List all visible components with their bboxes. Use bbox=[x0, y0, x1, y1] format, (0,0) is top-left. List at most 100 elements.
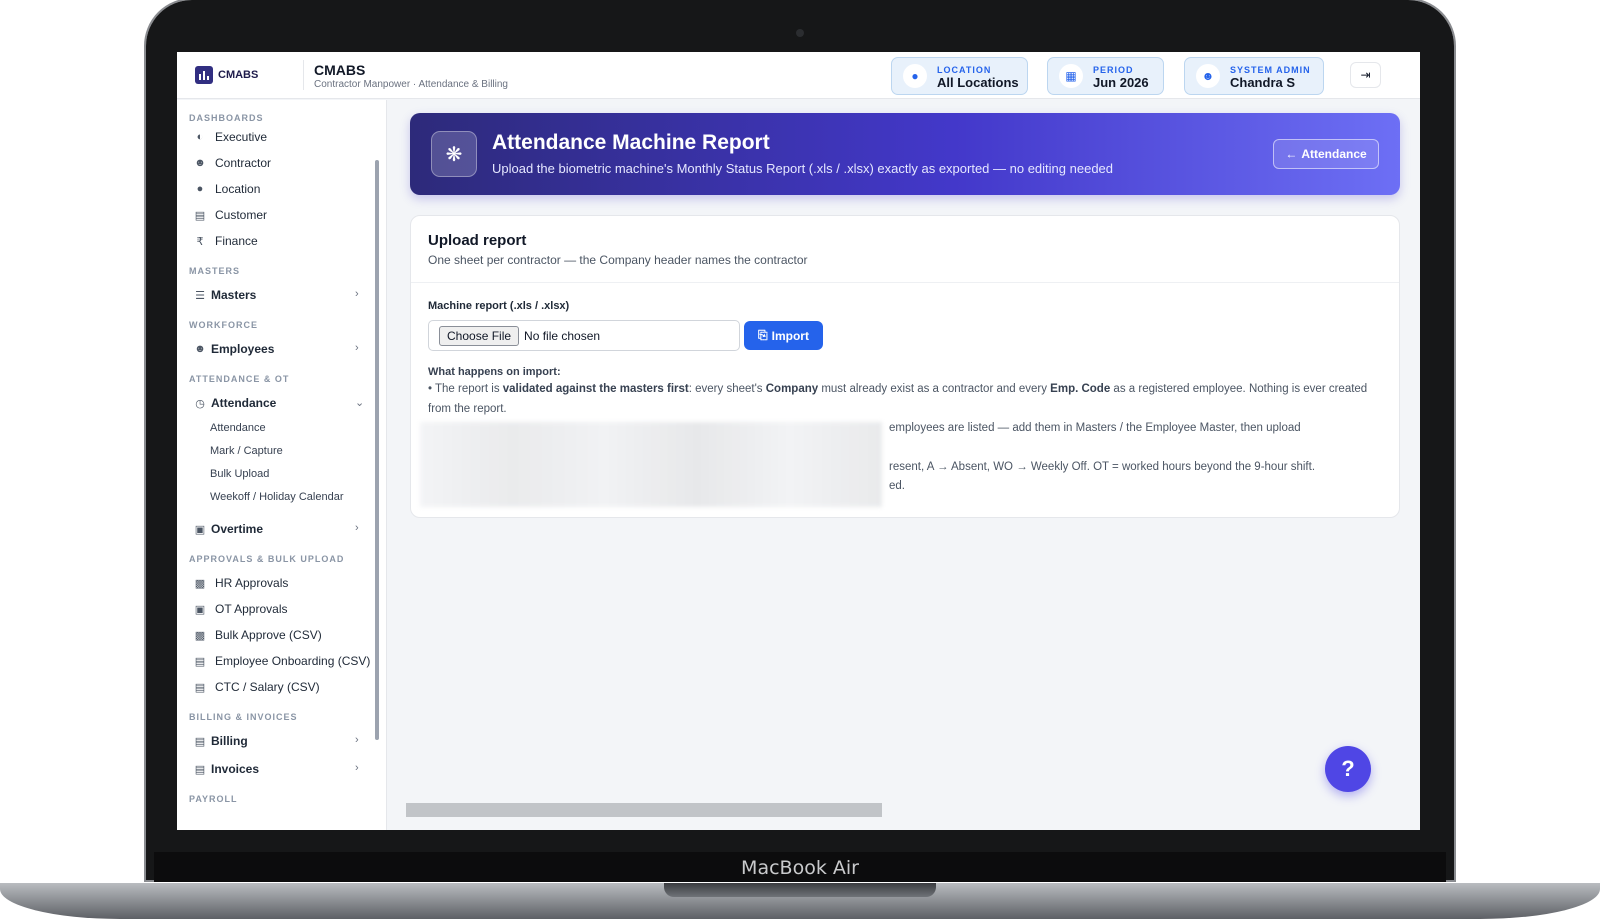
sidebar-item-contractor[interactable]: ☻ Contractor bbox=[193, 156, 271, 170]
field-label: Machine report (.xls / .xlsx) bbox=[428, 300, 570, 312]
import-button[interactable]: ⎘ Import bbox=[744, 321, 823, 350]
sidebar-item-label: Finance bbox=[215, 234, 258, 248]
sidebar-scrollbar[interactable] bbox=[375, 160, 379, 740]
sidebar-item-bulk-approve[interactable]: ▩ Bulk Approve (CSV) bbox=[193, 628, 322, 642]
device-brand: MacBook Air bbox=[741, 857, 859, 879]
period-selector[interactable]: ▦ PERIOD Jun 2026 bbox=[1047, 57, 1164, 95]
logo-icon bbox=[195, 66, 213, 84]
period-value: Jun 2026 bbox=[1093, 74, 1149, 90]
sidebar-item-label: Overtime bbox=[211, 522, 264, 536]
button-label: Attendance bbox=[1301, 147, 1367, 161]
card-subtitle: One sheet per contractor — the Company h… bbox=[428, 253, 808, 267]
divider bbox=[303, 60, 304, 90]
sidebar-group-invoices[interactable]: ▤ Invoices bbox=[193, 762, 259, 776]
sidebar-group-billing[interactable]: ▤ Billing bbox=[193, 734, 248, 748]
import-rule-codes: resent, A → Absent, WO → Weekly Off. OT … bbox=[889, 461, 1316, 473]
sidebar-group-masters[interactable]: ☰ Masters bbox=[193, 288, 256, 302]
camera bbox=[796, 29, 804, 37]
sidebar-subitem-mark-capture[interactable]: Mark / Capture bbox=[210, 445, 283, 457]
choose-file-button[interactable]: Choose File bbox=[439, 325, 520, 346]
sidebar-item-label: Bulk Approve (CSV) bbox=[215, 628, 322, 642]
sidebar-item-hr-approvals[interactable]: ▩ HR Approvals bbox=[193, 576, 289, 590]
period-caption: PERIOD bbox=[1093, 64, 1134, 75]
text-bold: Emp. Code bbox=[1050, 383, 1111, 395]
sidebar-item-ot-approvals[interactable]: ▣ OT Approvals bbox=[193, 602, 288, 616]
file-csv-icon: ▤ bbox=[194, 655, 206, 668]
chevron-right-icon[interactable]: › bbox=[355, 288, 359, 300]
sidebar-group-employees[interactable]: ☻ Employees bbox=[193, 342, 274, 356]
location-value: All Locations bbox=[937, 74, 1019, 90]
section-masters: MASTERS bbox=[189, 266, 241, 276]
file-icon: ▤ bbox=[194, 763, 206, 776]
location-pin-icon: ● bbox=[196, 183, 204, 195]
clipboard-icon: ▩ bbox=[194, 629, 206, 642]
sidebar-item-label: HR Approvals bbox=[215, 576, 289, 590]
sidebar-item-ctc-salary[interactable]: ▤ CTC / Salary (CSV) bbox=[193, 680, 320, 694]
import-rule-end: ed. bbox=[889, 480, 905, 492]
sidebar-item-label: Customer bbox=[215, 208, 268, 222]
rupee-icon: ₹ bbox=[196, 235, 204, 248]
page-header: ❋ Attendance Machine Report Upload the b… bbox=[410, 113, 1400, 195]
sidebar: DASHBOARDS ◐ Executive ☻ Contractor ● Locat… bbox=[177, 100, 387, 830]
import-rule-rejection: employees are listed — add them in Maste… bbox=[889, 422, 1301, 434]
sidebar-item-finance[interactable]: ₹ Finance bbox=[193, 234, 258, 248]
chevron-right-icon[interactable]: › bbox=[355, 522, 359, 534]
sidebar-group-overtime[interactable]: ▣ Overtime bbox=[193, 522, 263, 536]
person-icon: ☻ bbox=[194, 157, 206, 169]
button-label: Import bbox=[771, 328, 809, 343]
user-menu[interactable]: ☻ SYSTEM ADMIN Chandra S bbox=[1184, 57, 1324, 95]
logo[interactable]: CMABS bbox=[195, 66, 258, 84]
clipboard-icon: ▩ bbox=[194, 577, 206, 590]
text: • The report is bbox=[428, 383, 503, 395]
card-title: Upload report bbox=[428, 232, 527, 249]
laptop-notch bbox=[664, 883, 936, 897]
database-icon: ☰ bbox=[195, 289, 205, 302]
location-pin-icon: ● bbox=[903, 64, 927, 88]
section-approvals: APPROVALS & BULK UPLOAD bbox=[189, 554, 345, 564]
sidebar-item-customer[interactable]: ▤ Customer bbox=[193, 208, 267, 222]
user-name: Chandra S bbox=[1230, 74, 1296, 90]
chevron-down-icon[interactable]: ⌄ bbox=[355, 396, 364, 409]
sidebar-item-label: Employees bbox=[211, 342, 275, 356]
sidebar-item-label: OT Approvals bbox=[215, 602, 288, 616]
sidebar-group-attendance[interactable]: ◷ Attendance bbox=[193, 396, 276, 410]
app-subtitle: Contractor Manpower · Attendance & Billi… bbox=[314, 79, 508, 90]
import-info-heading: What happens on import: bbox=[428, 366, 561, 378]
truck-icon: ▣ bbox=[194, 523, 206, 536]
section-dashboards: DASHBOARDS bbox=[189, 113, 264, 123]
sidebar-subitem-bulk-upload[interactable]: Bulk Upload bbox=[210, 468, 269, 480]
sidebar-item-employee-onboarding[interactable]: ▤ Employee Onboarding (CSV) bbox=[193, 654, 371, 668]
logout-icon[interactable]: ⇥ bbox=[1350, 62, 1381, 88]
import-rule-validation: • The report is validated against the ma… bbox=[428, 379, 1388, 419]
sidebar-item-label: CTC / Salary (CSV) bbox=[215, 680, 320, 694]
sidebar-item-label: Employee Onboarding (CSV) bbox=[215, 654, 371, 668]
file-input[interactable]: Choose File No file chosen bbox=[428, 320, 740, 351]
sidebar-item-executive[interactable]: ◐ Executive bbox=[193, 130, 267, 144]
back-to-attendance-button[interactable]: ← Attendance bbox=[1273, 139, 1379, 169]
help-button[interactable]: ? bbox=[1325, 746, 1371, 792]
text: must already exist as a contractor and e… bbox=[818, 383, 1051, 395]
user-icon: ☻ bbox=[1196, 64, 1220, 88]
sidebar-subitem-attendance[interactable]: Attendance bbox=[210, 422, 266, 434]
sidebar-subitem-weekoff-calendar[interactable]: Weekoff / Holiday Calendar bbox=[210, 491, 344, 503]
topbar: CMABS CMABS Contractor Manpower · Attend… bbox=[177, 52, 1420, 99]
sidebar-item-label: Invoices bbox=[211, 762, 260, 776]
file-import-icon: ⎘ bbox=[758, 328, 768, 342]
location-selector[interactable]: ● LOCATION All Locations bbox=[891, 57, 1028, 95]
horizontal-scrollbar[interactable] bbox=[406, 803, 882, 817]
chevron-right-icon[interactable]: › bbox=[355, 342, 359, 354]
clock-icon: ◷ bbox=[195, 397, 205, 410]
chevron-right-icon[interactable]: › bbox=[355, 762, 359, 774]
gauge-icon: ◐ bbox=[196, 131, 204, 143]
arrow-left-icon: ← bbox=[1285, 147, 1298, 161]
section-payroll: PAYROLL bbox=[189, 794, 238, 804]
calendar-icon: ▦ bbox=[1059, 64, 1083, 88]
text: : every sheet's bbox=[688, 383, 766, 395]
sidebar-item-location[interactable]: ● Location bbox=[193, 182, 261, 196]
fingerprint-icon: ❋ bbox=[431, 131, 477, 177]
chevron-right-icon[interactable]: › bbox=[355, 734, 359, 746]
user-role: SYSTEM ADMIN bbox=[1230, 64, 1311, 75]
location-caption: LOCATION bbox=[937, 64, 992, 75]
section-billing: BILLING & INVOICES bbox=[189, 712, 298, 722]
users-icon: ☻ bbox=[194, 343, 206, 355]
